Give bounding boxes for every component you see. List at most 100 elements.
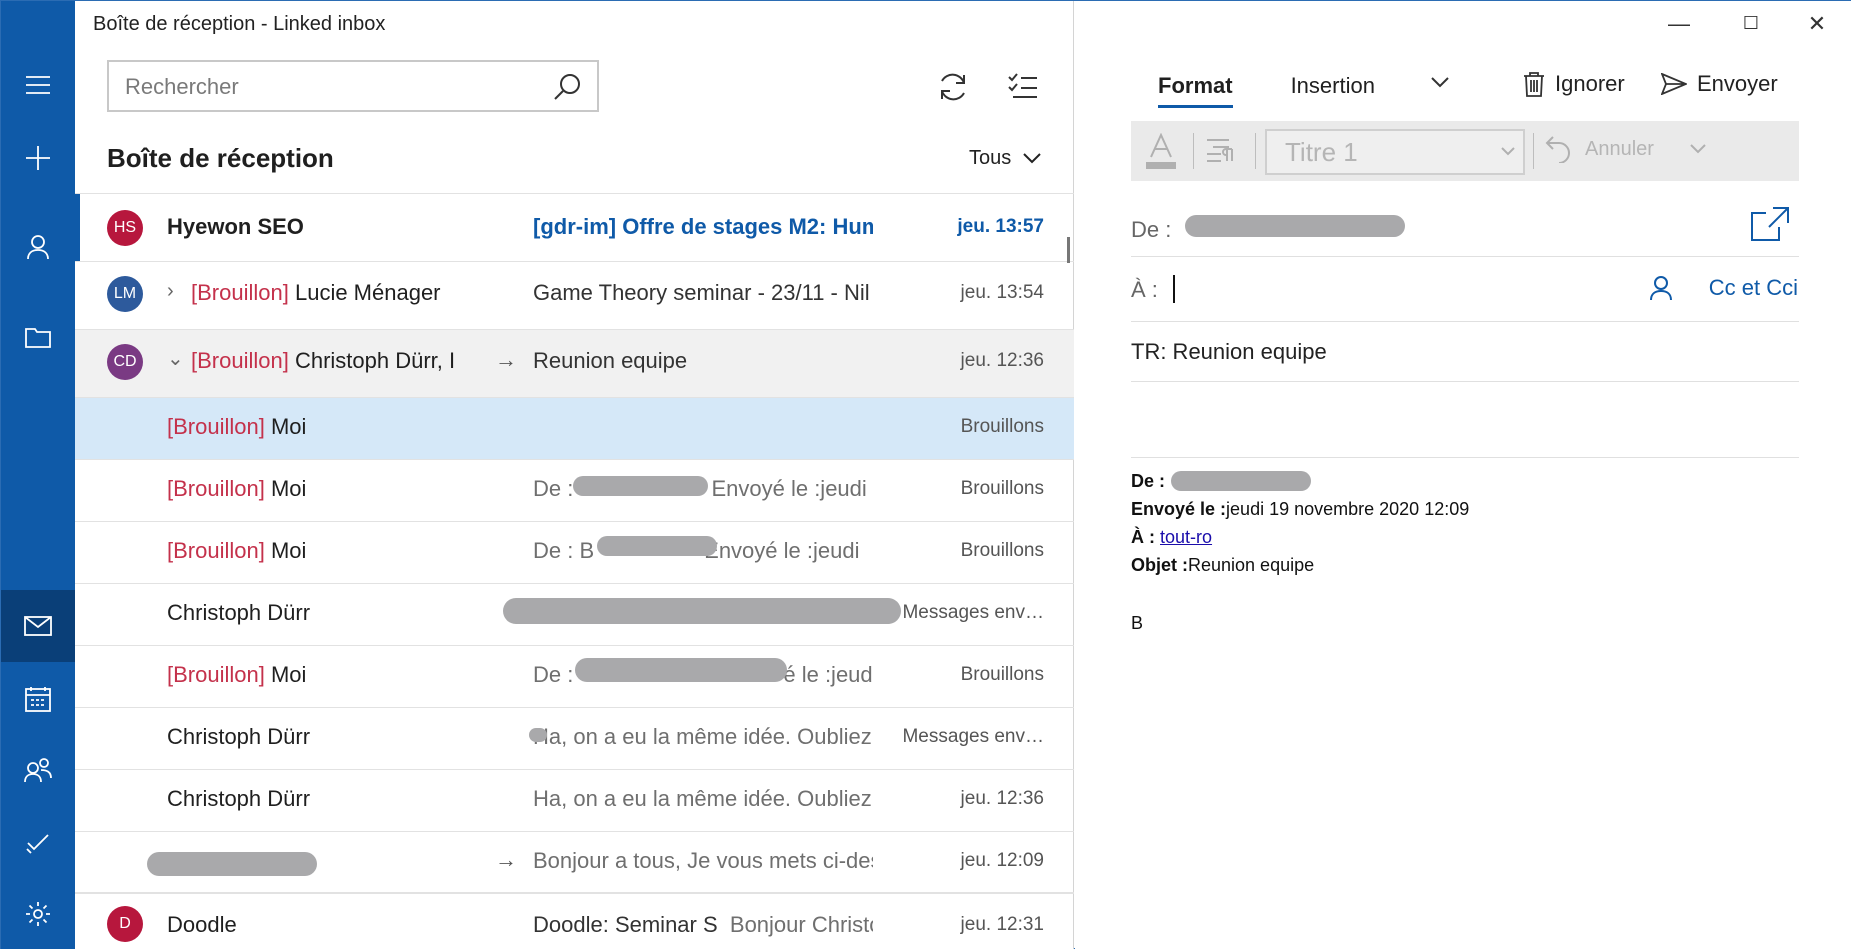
message-row[interactable]: → Bonjour a tous, Je vous mets ci-dess j… (75, 832, 1074, 894)
fwd-from-label: De : (1131, 471, 1166, 491)
paragraph-format-icon[interactable] (1205, 137, 1237, 168)
fwd-to-label: À : (1131, 527, 1155, 547)
subject-text: Doodle: Seminar S (533, 912, 718, 937)
message-row[interactable]: Christoph Dürr Ha, on a eu la même idée.… (75, 770, 1074, 832)
filter-dropdown[interactable]: Tous (969, 147, 1041, 170)
avatar: HS (107, 210, 143, 246)
message-time: jeu. 12:09 (960, 850, 1044, 871)
more-tabs-chevron-icon[interactable] (1431, 77, 1449, 89)
preview-text: Bonjour Christc (729, 912, 873, 937)
folder-icon[interactable] (1, 301, 75, 373)
minimize-icon[interactable]: — (1649, 11, 1709, 37)
draft-tag: [Brouillon] (167, 662, 265, 687)
message-list: HS Hyewon SEO [gdr-im] Offre de stages M… (75, 193, 1074, 949)
compose-tabs: Format Insertion (1158, 73, 1375, 108)
message-preview: Bonjour a tous, Je vous mets ci-dess (533, 848, 873, 873)
preview-text: Envoyé le :jeudi (711, 476, 867, 501)
message-time: jeu. 13:57 (957, 216, 1044, 237)
sender-name: [Brouillon] Moi (167, 662, 306, 688)
undo-icon (1545, 136, 1570, 163)
message-row[interactable]: Christoph Dürr Ha, on a eu la même idée.… (75, 708, 1074, 770)
forward-arrow-icon: → (495, 847, 517, 872)
to-label: À : (1131, 277, 1158, 302)
compose-pane: — ☐ ✕ Format Insertion Ignorer Envoyer T… (1075, 1, 1851, 949)
message-preview: Ha, on a eu la même idée. Oubliez r (533, 786, 873, 811)
format-toolbar: Titre 1 Annuler (1131, 121, 1799, 181)
redaction (573, 476, 708, 496)
sender-name: Christoph Dürr (167, 600, 311, 625)
sender-text: Moi (270, 538, 307, 563)
fwd-sent-label: Envoyé le : (1131, 499, 1227, 519)
message-folder: Brouillons (960, 416, 1044, 437)
message-row[interactable]: D Doodle Doodle: Seminar S Bonjour Chris… (75, 894, 1074, 949)
message-subject: Reunion equipe (533, 348, 688, 373)
sync-icon[interactable] (933, 67, 973, 107)
sender-name: [Brouillon] Moi (167, 538, 306, 564)
message-row-selected[interactable]: [Brouillon] Moi Brouillons (75, 398, 1074, 460)
style-select[interactable]: Titre 1 (1265, 129, 1525, 175)
hamburger-menu-icon[interactable] (1, 49, 75, 121)
message-row[interactable]: [Brouillon] Moi De : Envoyé le :jeudi Br… (75, 460, 1074, 522)
undo-button[interactable]: Annuler (1545, 135, 1706, 163)
people-icon[interactable] (1, 734, 75, 806)
maximize-icon[interactable]: ☐ (1721, 13, 1781, 34)
to-input-caret[interactable] (1173, 275, 1175, 303)
message-row[interactable]: CD ⌄ [Brouillon] Christoph Dürr, I → Reu… (75, 330, 1074, 398)
message-row[interactable]: [Brouillon] Moi De : é le :jeudi Brouillo… (75, 646, 1074, 708)
account-icon[interactable] (1, 211, 75, 283)
message-subject: [gdr-im] Offre de stages M2: Hum (533, 214, 873, 239)
search-input[interactable]: Rechercher (107, 60, 599, 112)
redaction (529, 728, 547, 742)
trash-icon (1524, 72, 1544, 97)
discard-button[interactable]: Ignorer (1523, 71, 1625, 97)
search-icon[interactable] (553, 73, 581, 106)
sender-name: [Brouillon] Christoph Dürr, I (191, 348, 471, 374)
selection-mode-icon[interactable] (1003, 67, 1043, 107)
settings-gear-icon[interactable] (1, 878, 75, 949)
send-icon (1661, 73, 1687, 95)
mail-icon[interactable] (1, 590, 75, 662)
contact-picker-icon[interactable] (1649, 275, 1673, 306)
nav-rail (1, 1, 75, 949)
message-folder: Brouillons (960, 540, 1044, 561)
tab-format[interactable]: Format (1158, 73, 1233, 108)
sender-name: Christoph Dürr (167, 786, 311, 811)
popout-icon[interactable] (1751, 207, 1789, 246)
message-preview: Ha, on a eu la même idée. Oubliez r (533, 724, 873, 749)
close-icon[interactable]: ✕ (1787, 11, 1847, 37)
body-text[interactable]: B (1131, 613, 1143, 634)
message-folder: Brouillons (960, 664, 1044, 685)
chevron-down-icon (1023, 152, 1041, 163)
scrollbar-thumb[interactable] (1067, 237, 1070, 263)
collapse-thread-icon[interactable]: ⌄ (167, 346, 184, 371)
fwd-from-line: De : (1131, 471, 1165, 492)
message-time: jeu. 12:36 (960, 350, 1044, 371)
font-color-icon[interactable] (1145, 132, 1177, 169)
chevron-down-icon (1690, 144, 1706, 154)
message-time: jeu. 13:54 (960, 282, 1044, 303)
message-folder: Brouillons (960, 478, 1044, 499)
message-row[interactable]: LM › [Brouillon] Lucie Ménager Game Theo… (75, 262, 1074, 330)
message-row[interactable]: Christoph Dürr Messages env… (75, 584, 1074, 646)
sender-text: Moi (270, 476, 307, 501)
redaction (575, 658, 787, 682)
calendar-icon[interactable] (1, 663, 75, 735)
expand-thread-icon[interactable]: › (167, 280, 174, 303)
message-row[interactable]: HS Hyewon SEO [gdr-im] Offre de stages M… (75, 193, 1074, 262)
avatar: CD (107, 344, 143, 380)
todo-icon[interactable] (1, 806, 75, 878)
new-mail-icon[interactable] (1, 122, 75, 194)
message-subject: Doodle: Seminar S Bonjour Christc (533, 912, 873, 938)
undo-label: Annuler (1585, 137, 1654, 160)
message-list-pane: Boîte de réception - Linked inbox Recher… (75, 1, 1074, 949)
tab-insertion[interactable]: Insertion (1291, 73, 1375, 108)
subject-field[interactable]: TR: Reunion equipe (1131, 339, 1327, 365)
message-row[interactable]: [Brouillon] Moi De : B Envoyé le :jeudi B… (75, 522, 1074, 584)
message-folder: Messages env… (902, 602, 1044, 623)
fwd-to-link[interactable]: tout-ro (1160, 527, 1212, 547)
sender-text: Moi (270, 414, 307, 439)
cc-bcc-link[interactable]: Cc et Cci (1709, 275, 1798, 301)
mail-app-window: Boîte de réception - Linked inbox Recher… (0, 0, 1851, 949)
send-button[interactable]: Envoyer (1661, 71, 1778, 97)
fwd-subject-line: Objet :Reunion equipe (1131, 555, 1314, 576)
